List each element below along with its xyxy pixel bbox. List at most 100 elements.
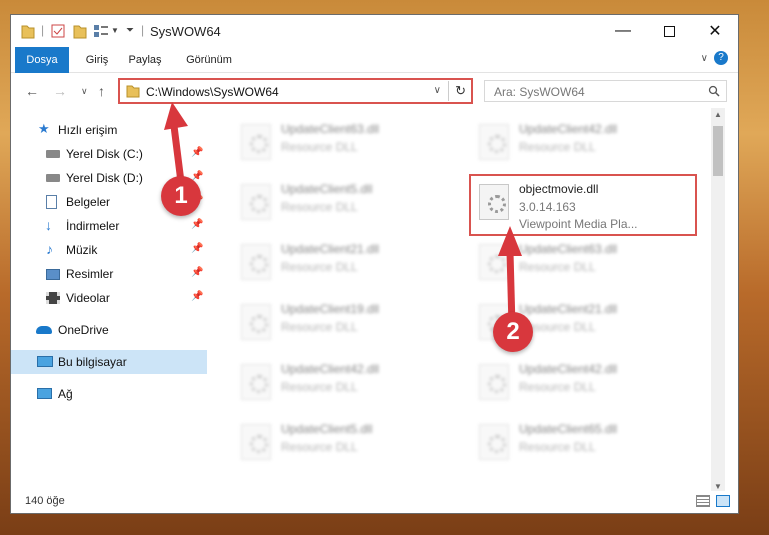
sidebar-item-label: Ağ — [58, 387, 73, 401]
maximize-button[interactable] — [646, 15, 692, 47]
file-name: UpdateClient19.dll — [281, 302, 380, 316]
dll-file-icon — [241, 304, 271, 340]
pin-icon: 📌 — [191, 243, 204, 254]
scroll-up-icon[interactable]: ▲ — [714, 110, 722, 119]
file-item[interactable]: UpdateClient5.dll Resource DLL — [235, 178, 465, 230]
navigation-bar: ← → ∨ ↑ C:\Windows\SysWOW64 ∨ ↻ Ara: Sys… — [11, 74, 738, 108]
sidebar-item-label: OneDrive — [58, 323, 109, 337]
dll-file-icon — [241, 244, 271, 280]
star-icon: ★ — [38, 121, 50, 136]
sidebar-item-downloads[interactable]: ↓ İndirmeler 📌 — [11, 214, 207, 238]
sidebar-item-label: Müzik — [66, 243, 98, 257]
properties-icon[interactable] — [51, 24, 65, 40]
file-list: UpdateClient63.dll Resource DLL UpdateCli… — [217, 108, 725, 493]
file-item[interactable]: UpdateClient5.dll Resource DLL — [235, 418, 465, 470]
computer-icon — [37, 356, 53, 367]
file-description: Resource DLL — [281, 380, 358, 394]
status-bar: 140 öğe — [11, 491, 738, 513]
sidebar-item-label: Resimler — [66, 267, 114, 281]
customize-toolbar-icon[interactable]: ⏷ — [126, 25, 134, 41]
address-dropdown-icon[interactable]: ∨ — [434, 85, 441, 96]
file-description: Resource DLL — [281, 200, 358, 214]
tab-view[interactable]: Görünüm — [179, 47, 239, 73]
file-item[interactable]: UpdateClient63.dll Resource DLL — [235, 118, 465, 170]
file-description: Resource DLL — [281, 140, 358, 154]
recent-locations-icon[interactable]: ∨ — [81, 86, 88, 97]
drive-icon — [46, 150, 60, 158]
sidebar-item-label: Belgeler — [66, 195, 111, 209]
forward-button[interactable]: → — [53, 83, 67, 99]
file-name: UpdateClient42.dll — [519, 362, 618, 376]
file-item[interactable]: UpdateClient42.dll Resource DLL — [473, 118, 703, 170]
file-name: UpdateClient21.dll — [281, 242, 380, 256]
annotation-badge-2: 2 — [493, 312, 533, 352]
file-name: UpdateClient5.dll — [281, 182, 373, 196]
ribbon-expand-icon[interactable]: ∨ — [701, 53, 708, 64]
sidebar-item-this-pc[interactable]: Bu bilgisayar — [11, 350, 207, 374]
maximize-icon — [663, 25, 675, 37]
refresh-icon[interactable]: ↻ — [455, 83, 466, 99]
scroll-down-icon[interactable]: ▼ — [714, 482, 722, 491]
dll-file-icon — [241, 124, 271, 160]
video-icon — [46, 292, 60, 304]
view-icon[interactable] — [93, 24, 109, 40]
tab-file[interactable]: Dosya — [15, 47, 69, 73]
file-item[interactable]: UpdateClient19.dll Resource DLL — [235, 298, 465, 350]
details-view-icon[interactable] — [696, 495, 710, 507]
up-button[interactable]: ↑ — [98, 83, 105, 99]
sidebar-item-label: Yerel Disk (D:) — [66, 171, 143, 185]
file-name: UpdateClient63.dll — [519, 242, 618, 256]
file-description: Resource DLL — [281, 260, 358, 274]
file-item[interactable]: UpdateClient42.dll Resource DLL — [235, 358, 465, 410]
large-icons-view-icon[interactable] — [716, 495, 730, 507]
explorer-window: | ▼ ⏷ | SysWOW64 — ✕ Dosya Giriş Paylaş … — [10, 14, 739, 514]
file-name: UpdateClient5.dll — [281, 422, 373, 436]
separator: | — [41, 23, 45, 37]
folder-icon — [21, 25, 35, 39]
tab-share[interactable]: Paylaş — [123, 47, 167, 73]
minimize-icon: — — [615, 22, 631, 39]
file-description: Resource DLL — [281, 320, 358, 334]
tab-home[interactable]: Giriş — [77, 47, 117, 73]
ribbon: Dosya Giriş Paylaş Görünüm ∨ ? — [11, 47, 738, 73]
sidebar-item-pictures[interactable]: Resimler 📌 — [11, 262, 207, 286]
file-description: Resource DLL — [281, 440, 358, 454]
close-button[interactable]: ✕ — [692, 15, 738, 47]
dropdown-icon[interactable]: ▼ — [111, 26, 119, 42]
dll-file-icon — [479, 124, 509, 160]
file-item[interactable]: UpdateClient42.dll Resource DLL — [473, 358, 703, 410]
dll-file-icon — [241, 424, 271, 460]
pin-icon: 📌 — [191, 267, 204, 278]
search-box[interactable]: Ara: SysWOW64 — [484, 80, 727, 102]
sidebar-item-videos[interactable]: Videolar 📌 — [11, 286, 207, 310]
file-item[interactable]: UpdateClient65.dll Resource DLL — [473, 418, 703, 470]
back-button[interactable]: ← — [25, 83, 39, 99]
sidebar-item-label: Bu bilgisayar — [58, 355, 127, 369]
file-name: UpdateClient42.dll — [519, 122, 618, 136]
sidebar-item-music[interactable]: ♪ Müzik 📌 — [11, 238, 207, 262]
sidebar-item-network[interactable]: Ağ — [11, 382, 207, 406]
dll-file-icon — [241, 184, 271, 220]
dll-file-icon — [479, 424, 509, 460]
window-title: SysWOW64 — [150, 24, 221, 39]
pin-icon: 📌 — [191, 291, 204, 302]
scrollbar-thumb[interactable] — [713, 126, 723, 176]
separator: | — [141, 23, 145, 37]
file-item[interactable]: UpdateClient21.dll Resource DLL — [235, 238, 465, 290]
documents-icon — [46, 195, 57, 209]
cloud-icon — [36, 326, 52, 334]
new-folder-icon[interactable] — [73, 23, 87, 39]
file-name: UpdateClient63.dll — [281, 122, 380, 136]
sidebar-item-label: İndirmeler — [66, 219, 120, 233]
search-input[interactable]: Ara: SysWOW64 — [494, 85, 585, 99]
dll-file-icon — [479, 364, 509, 400]
help-icon[interactable]: ? — [714, 51, 728, 65]
music-icon: ♪ — [46, 241, 53, 257]
vertical-scrollbar[interactable]: ▲ ▼ — [711, 108, 725, 493]
pin-icon: 📌 — [191, 219, 204, 230]
annotation-badge-1: 1 — [161, 176, 201, 216]
sidebar-item-onedrive[interactable]: OneDrive — [11, 318, 207, 342]
minimize-button[interactable]: — — [600, 15, 646, 47]
search-icon[interactable] — [708, 85, 720, 97]
file-description: Resource DLL — [519, 440, 596, 454]
